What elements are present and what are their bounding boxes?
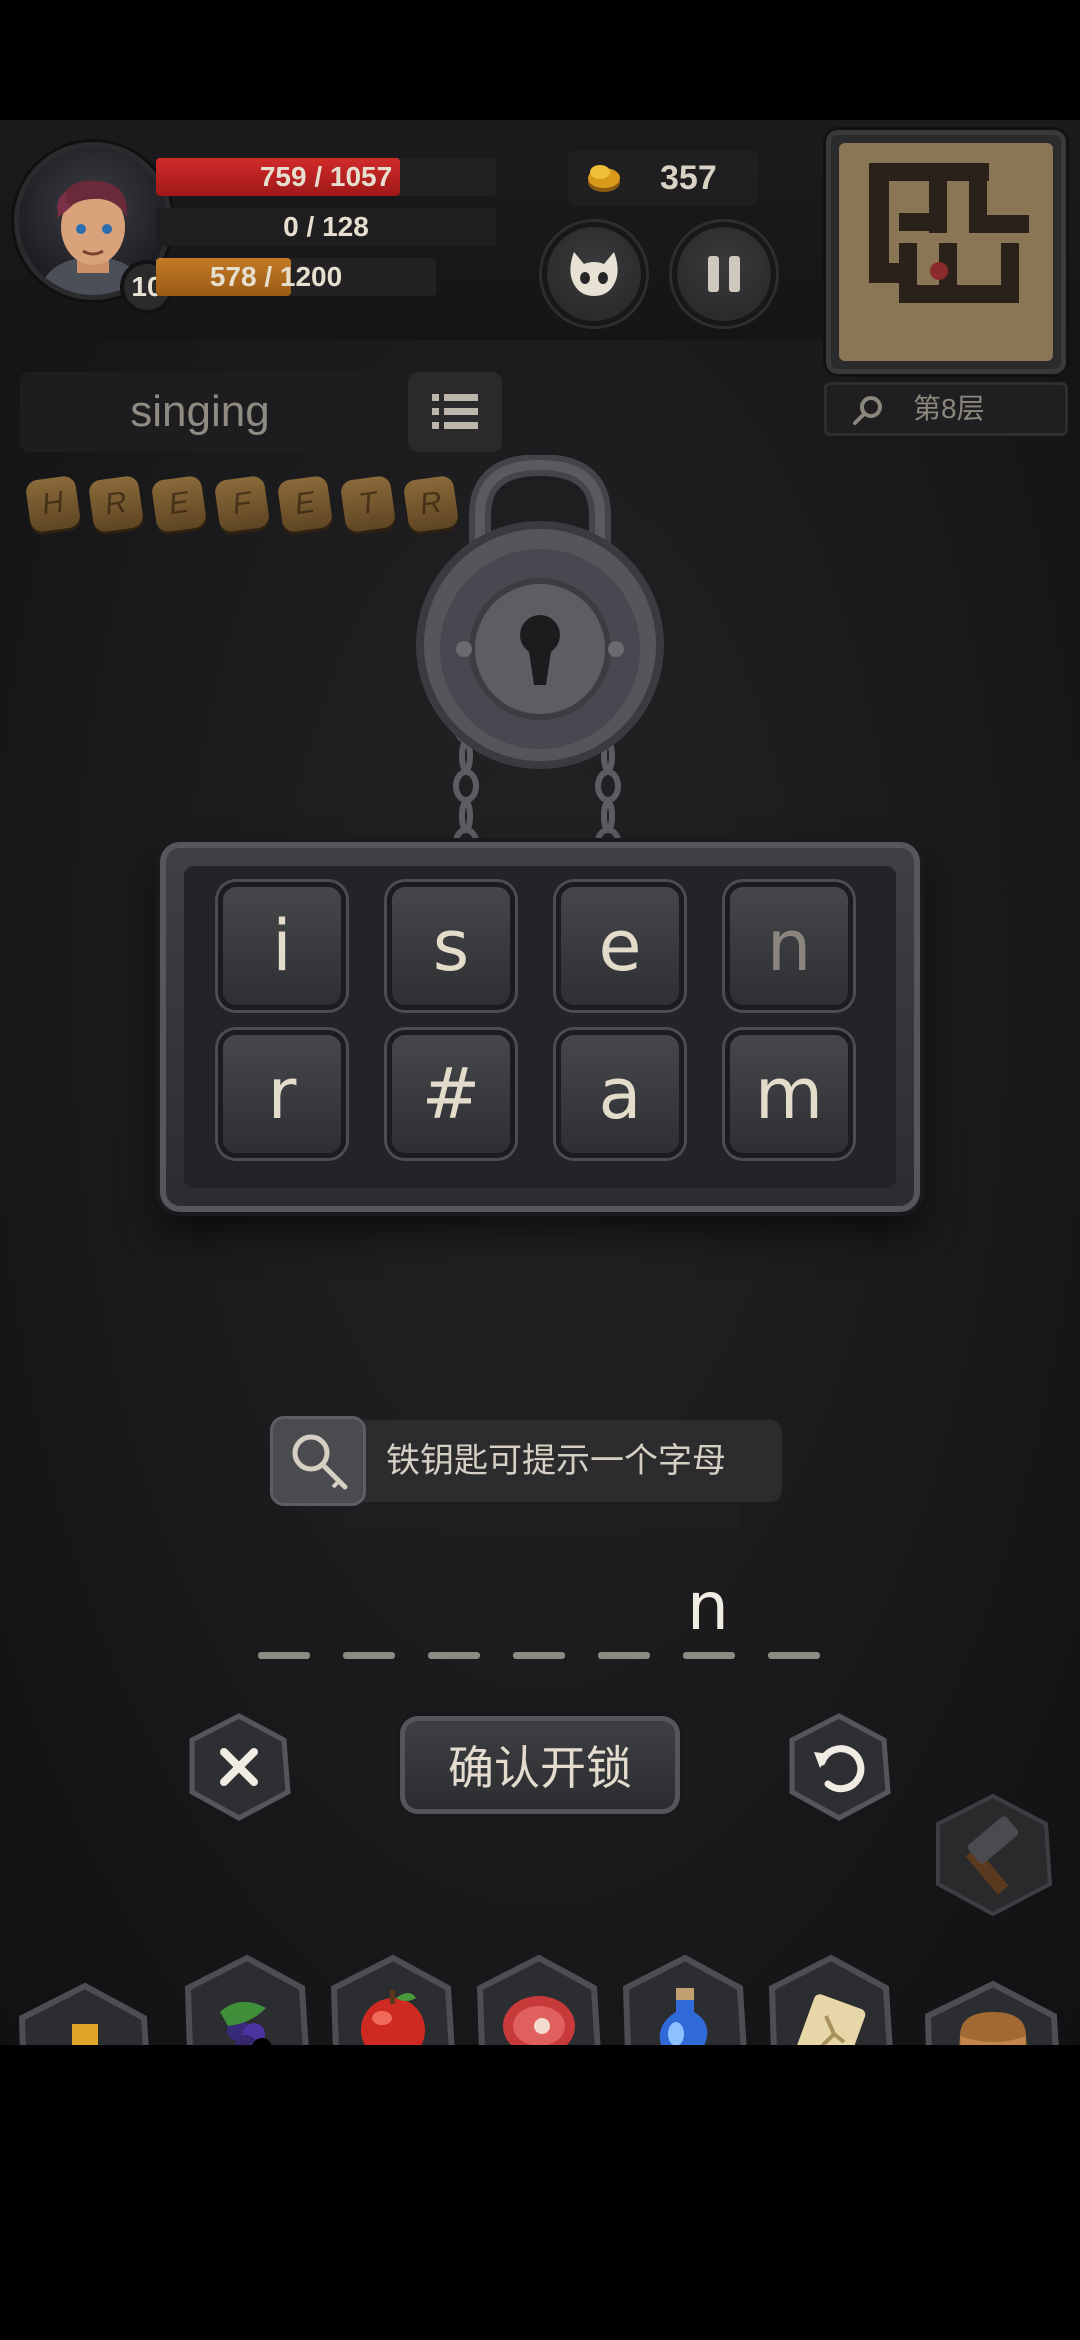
xp-bar: 578 / 1200 bbox=[156, 258, 436, 296]
current-word: singing bbox=[130, 387, 270, 436]
rune-tile: E bbox=[150, 474, 208, 534]
rune-tile: T bbox=[339, 474, 397, 534]
answer-slot[interactable] bbox=[258, 1652, 310, 1659]
answer-slot[interactable] bbox=[683, 1652, 735, 1659]
pause-icon bbox=[708, 256, 740, 292]
answer-slot[interactable] bbox=[513, 1652, 565, 1659]
mp-bar: 0 / 128 bbox=[156, 208, 496, 246]
apple-icon bbox=[330, 1954, 455, 2045]
letter-tile[interactable]: i bbox=[218, 882, 346, 1010]
hint-shadow bbox=[342, 1498, 740, 1534]
potion-icon bbox=[622, 1954, 747, 2045]
coin-value: 357 bbox=[660, 159, 717, 197]
answer-slot[interactable] bbox=[343, 1652, 395, 1659]
coin-icon bbox=[588, 165, 620, 192]
floor-label: 第8层 bbox=[913, 393, 985, 424]
rune-tile: R bbox=[87, 474, 145, 534]
clear-button[interactable] bbox=[184, 1712, 294, 1822]
hammer-button[interactable] bbox=[928, 1790, 1058, 1920]
letter-tile[interactable]: r bbox=[218, 1030, 346, 1158]
rune-scroll-icon bbox=[768, 1954, 893, 2045]
hp-bar: 759 / 1057 bbox=[156, 158, 496, 196]
answer-slot[interactable] bbox=[598, 1652, 650, 1659]
arrow-down-icon bbox=[18, 1982, 149, 2045]
backpack-button[interactable] bbox=[918, 1978, 1068, 2045]
letter-tile[interactable]: # bbox=[387, 1030, 515, 1158]
inventory-item-berries[interactable] bbox=[180, 1954, 314, 2045]
floor-indicator[interactable]: 第8层 bbox=[824, 382, 1068, 436]
undo-icon bbox=[789, 1713, 891, 1821]
padlock-icon bbox=[416, 455, 664, 769]
close-icon bbox=[189, 1713, 291, 1821]
magnifier-key-icon bbox=[292, 1434, 348, 1490]
answer-letter[interactable]: n bbox=[687, 1568, 729, 1645]
hint-text: 铁钥匙可提示一个字母 bbox=[386, 1442, 726, 1480]
reset-button[interactable] bbox=[784, 1712, 894, 1822]
xp-text: 578 / 1200 bbox=[209, 261, 343, 292]
inventory-item-potion[interactable] bbox=[618, 1954, 752, 2045]
berries-icon bbox=[184, 1954, 309, 2045]
pause-button[interactable] bbox=[672, 222, 776, 326]
rune-tile: E bbox=[276, 474, 334, 534]
creature-icon bbox=[570, 252, 618, 296]
letter-tile[interactable]: s bbox=[387, 882, 515, 1010]
letter-tile[interactable]: a bbox=[556, 1030, 684, 1158]
rune-tile: F bbox=[213, 474, 271, 534]
game-screen: 10 759 / 1057 0 / 128 578 / 1200 357 第8层… bbox=[0, 120, 1080, 2045]
rune-tile: H bbox=[24, 474, 82, 534]
coin-counter: 357 bbox=[568, 150, 758, 206]
iron-key-button[interactable] bbox=[270, 1416, 366, 1506]
answer-slot[interactable] bbox=[768, 1652, 820, 1659]
maze-map bbox=[869, 163, 1029, 303]
backpack-icon bbox=[924, 1980, 1059, 2045]
search-icon bbox=[853, 396, 882, 425]
minimap[interactable] bbox=[826, 130, 1066, 374]
letter-tile[interactable]: e bbox=[556, 882, 684, 1010]
letter-tile[interactable]: n bbox=[725, 882, 853, 1010]
mp-text: 0 / 128 bbox=[283, 211, 369, 242]
descend-button[interactable] bbox=[12, 1980, 158, 2045]
meat-icon bbox=[476, 1954, 601, 2045]
word-list-button[interactable] bbox=[408, 372, 502, 452]
inventory-item-rune-scroll[interactable] bbox=[764, 1954, 898, 2045]
monster-codex-button[interactable] bbox=[542, 222, 646, 326]
hammer-icon bbox=[936, 1793, 1053, 1917]
confirm-unlock-button[interactable]: 确认开锁 bbox=[400, 1716, 680, 1814]
inventory-item-meat[interactable] bbox=[472, 1954, 606, 2045]
list-icon bbox=[432, 394, 478, 429]
inventory-item-apple[interactable] bbox=[326, 1954, 460, 2045]
hp-text: 759 / 1057 bbox=[259, 161, 393, 192]
letter-tile[interactable]: m bbox=[725, 1030, 853, 1158]
answer-slot[interactable] bbox=[428, 1652, 480, 1659]
